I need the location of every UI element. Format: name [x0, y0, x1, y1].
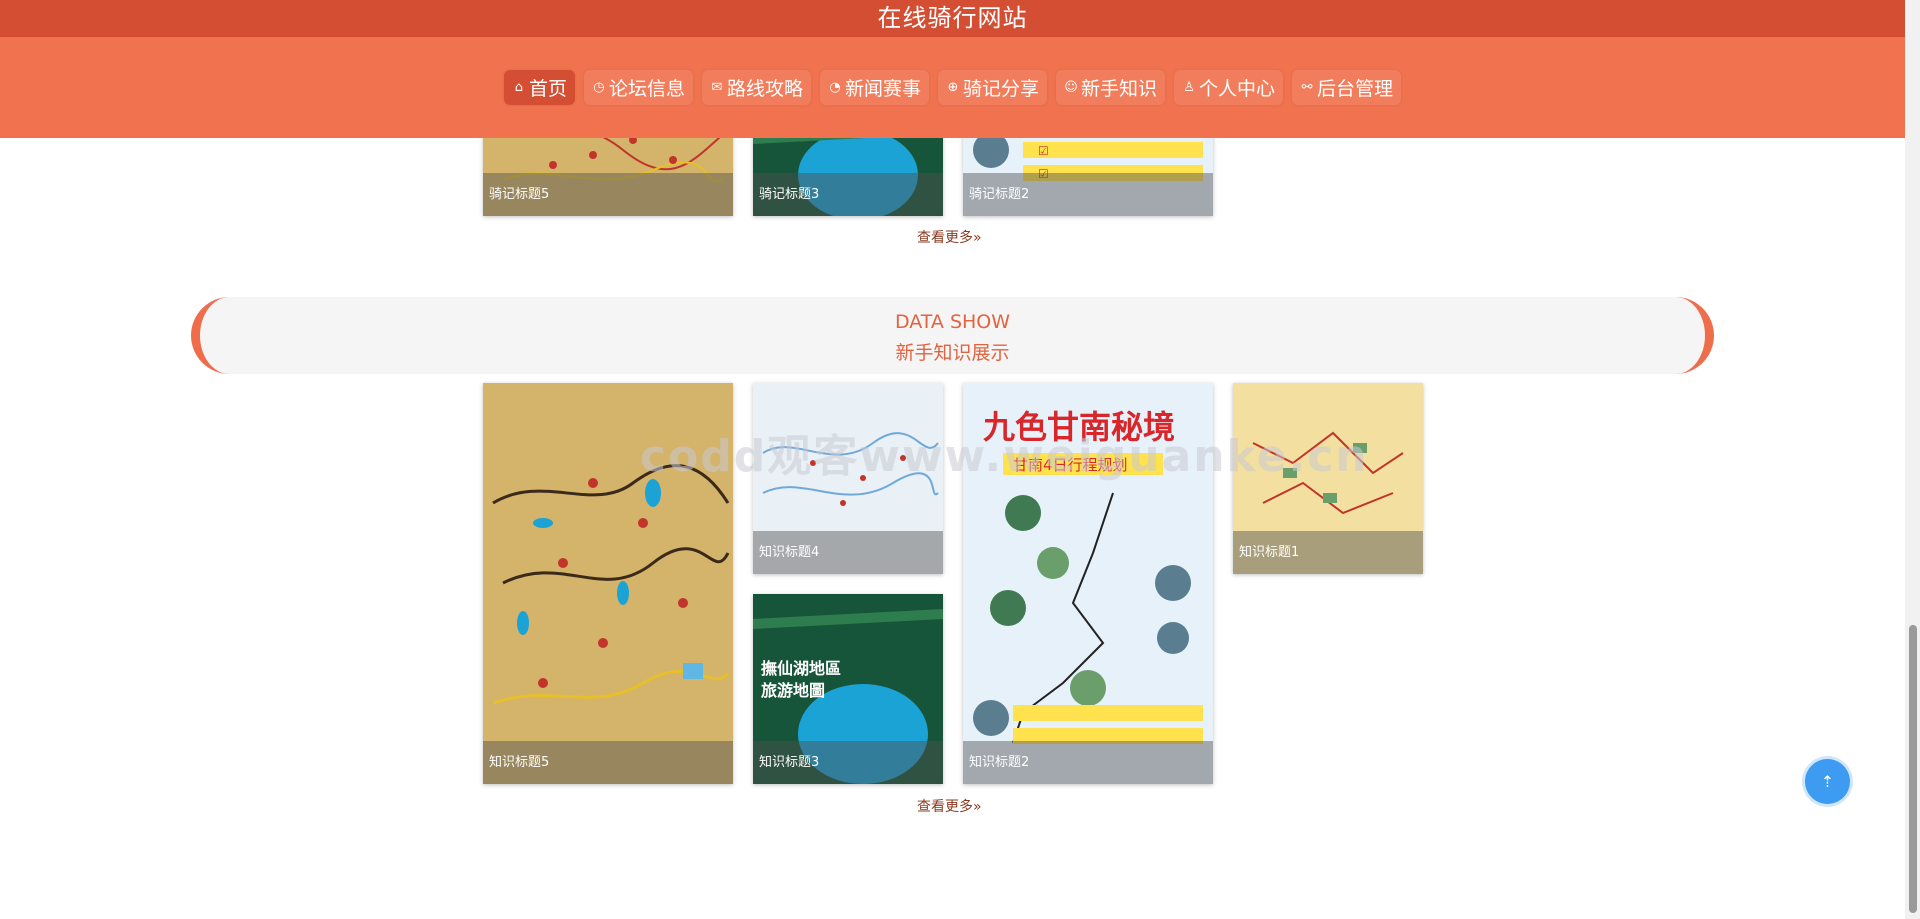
nav-item-label: 后台管理 — [1317, 78, 1394, 100]
user-icon: ♙ — [1183, 80, 1195, 95]
back-to-top-button[interactable]: ⇡ — [1805, 759, 1850, 804]
nav-item-2[interactable]: ✉ 路线攻略 — [701, 70, 811, 105]
section-title-cn: 新手知识展示 — [895, 342, 1010, 364]
mail-icon: ✉ — [711, 80, 723, 95]
card-caption: 知识标题5 — [483, 741, 733, 784]
nav-item-7[interactable]: ⚯ 后台管理 — [1292, 70, 1402, 105]
nav-item-1[interactable]: ◷ 论坛信息 — [583, 70, 693, 105]
section-title-en: DATA SHOW — [894, 311, 1011, 333]
nav-item-label: 个人中心 — [1199, 78, 1276, 100]
home-icon: ⌂ — [514, 80, 524, 95]
svg-text:撫仙湖地區: 撫仙湖地區 — [761, 659, 841, 678]
svg-text:☑: ☑ — [1038, 144, 1049, 158]
nav-item-label: 首页 — [528, 78, 567, 100]
nav-item-4[interactable]: ⊕ 骑记分享 — [938, 70, 1048, 105]
card-caption: 骑记标题2 — [963, 173, 1213, 216]
section-banner: DATA SHOW 新手知识展示 — [191, 297, 1714, 374]
card-caption: 知识标题2 — [963, 741, 1213, 784]
globe-icon: ⊕ — [947, 80, 959, 95]
watermark: codd观客www.weiguanke.cn — [640, 431, 1369, 482]
scrollbar-thumb[interactable] — [1909, 625, 1917, 913]
scrollbar[interactable] — [1905, 0, 1920, 919]
site-title: 在线骑行网站 — [0, 0, 1905, 37]
nav-item-label: 新手知识 — [1081, 78, 1158, 100]
nav-item-label: 论坛信息 — [608, 78, 685, 100]
up-arrow-icon: ⇡ — [1820, 772, 1835, 791]
page: 在线骑行网站 ⌂ 首页 ◷ 论坛信息 ✉ 路线攻略 ◔ 新闻赛事 ⊕ 骑记分享 ☺ 新手知识 ♙ 个人中心… — [0, 0, 1920, 919]
riding-more-link[interactable]: 查看更多» — [917, 227, 982, 247]
nav-item-6[interactable]: ♙ 个人中心 — [1174, 70, 1284, 105]
card-caption: 知识标题3 — [753, 741, 943, 784]
card-caption: 骑记标题5 — [483, 173, 733, 216]
knowledge-card-3[interactable]: 撫仙湖地區 旅游地圖 知识标题3 — [753, 594, 943, 784]
nav-item-label: 骑记分享 — [963, 78, 1040, 100]
knowledge-more-link[interactable]: 查看更多» — [917, 796, 982, 816]
nav-item-5[interactable]: ☺ 新手知识 — [1056, 70, 1166, 105]
clock-icon: ◷ — [593, 80, 605, 95]
card-caption: 知识标题4 — [753, 531, 943, 574]
svg-text:旅游地圖: 旅游地圖 — [761, 681, 825, 700]
palette-icon: ☺ — [1064, 80, 1078, 95]
nav-item-label: 新闻赛事 — [844, 78, 921, 100]
card-caption: 骑记标题3 — [753, 173, 943, 216]
link-icon: ⚯ — [1301, 80, 1313, 95]
main-nav: ⌂ 首页 ◷ 论坛信息 ✉ 路线攻略 ◔ 新闻赛事 ⊕ 骑记分享 ☺ 新手知识 ♙ 个人中心 ⚯ 后台管理 — [0, 37, 1905, 138]
dashboard-icon: ◔ — [829, 80, 841, 95]
nav-item-3[interactable]: ◔ 新闻赛事 — [819, 70, 929, 105]
card-caption: 知识标题1 — [1233, 531, 1423, 574]
nav-item-label: 路线攻略 — [726, 78, 803, 100]
nav-item-0[interactable]: ⌂ 首页 — [503, 70, 575, 105]
